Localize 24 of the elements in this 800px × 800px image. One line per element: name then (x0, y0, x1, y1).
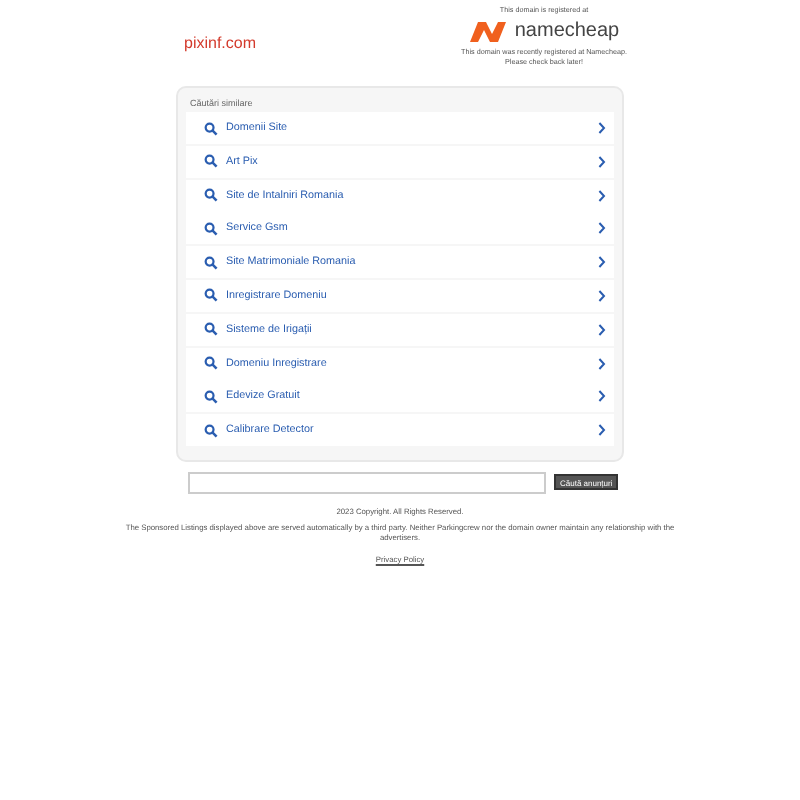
chevron-right-icon (598, 189, 606, 202)
chevron-right-icon (598, 222, 606, 235)
search-icon (204, 154, 218, 169)
search-icon (204, 288, 218, 303)
chevron-right-icon (598, 357, 606, 370)
search-icon (204, 121, 218, 135)
logo-icon (468, 20, 509, 45)
search-icon (204, 255, 218, 270)
domain-name: pixinf.com (184, 34, 257, 56)
chevron-right-icon (598, 256, 606, 269)
search-icon (204, 221, 218, 236)
search-icon (204, 322, 218, 337)
chevron-right-icon (598, 323, 606, 336)
chevron-right-icon (598, 155, 606, 168)
chevron-right-icon (598, 390, 606, 403)
search-icon (204, 356, 218, 371)
logo-text: namecheap (514, 20, 620, 45)
search-icon (204, 389, 218, 404)
chevron-right-icon (598, 289, 606, 302)
search-field[interactable] (188, 471, 546, 494)
search-icon (204, 423, 218, 438)
chevron-right-icon (598, 424, 606, 437)
search-icon (204, 188, 218, 203)
chevron-right-icon (598, 122, 606, 134)
